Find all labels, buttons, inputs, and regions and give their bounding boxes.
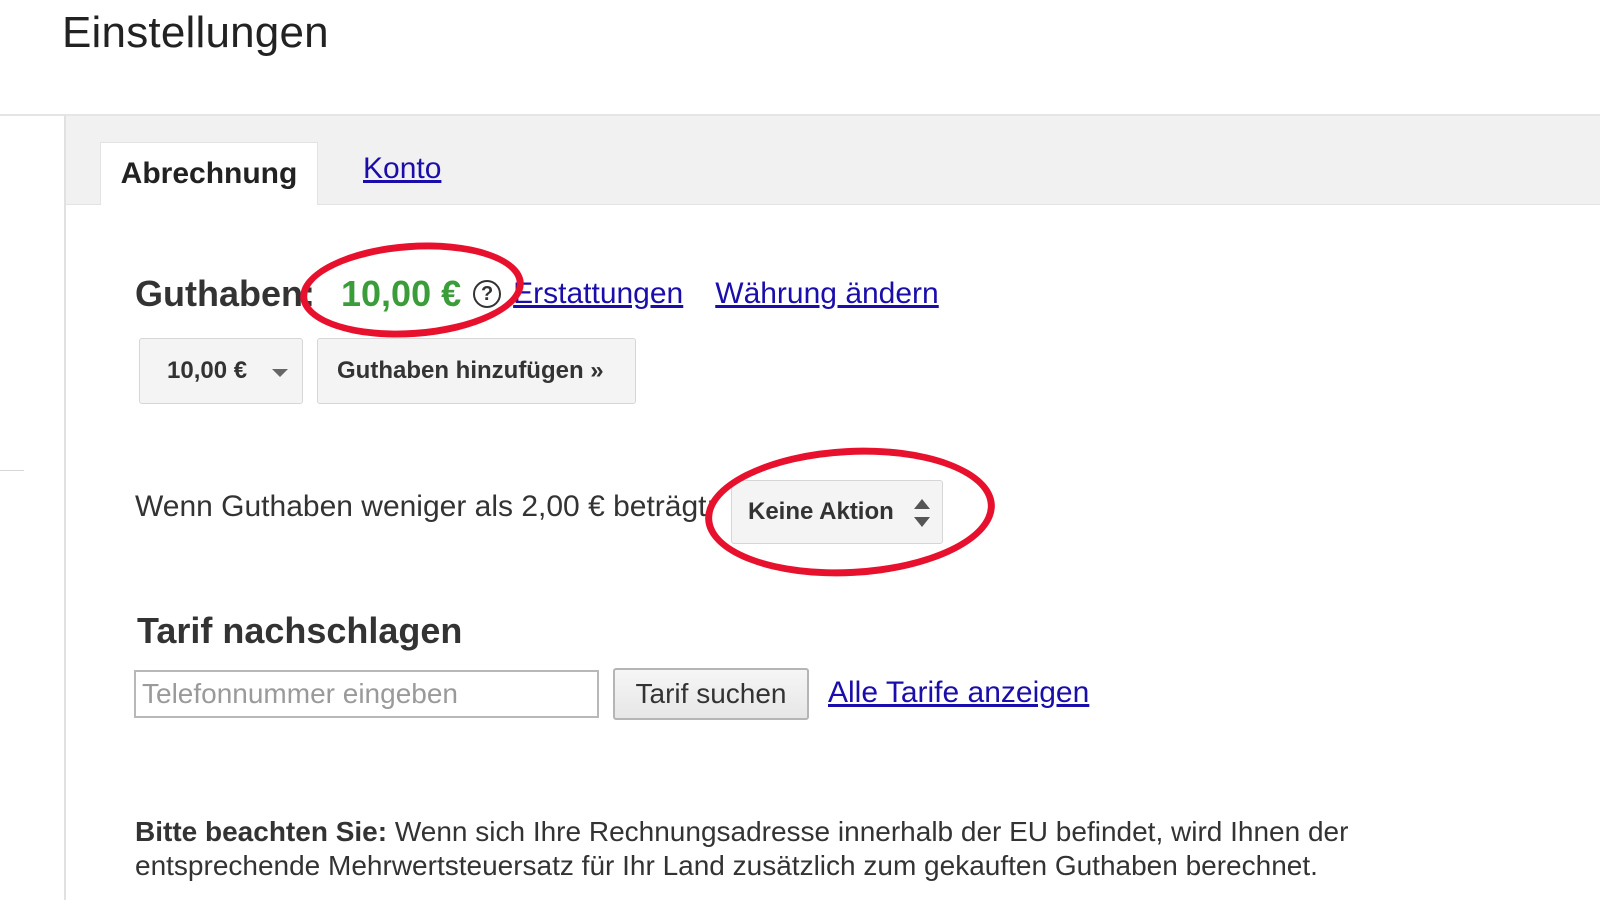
sidebar-divider <box>0 470 24 471</box>
search-rate-button[interactable]: Tarif suchen <box>613 668 809 720</box>
vat-notice-bold: Bitte beachten Sie: <box>135 816 388 847</box>
credit-amount-select[interactable]: 10,00 € <box>139 338 303 404</box>
credit-amount-value: 10,00 € <box>167 357 248 384</box>
chevron-down-icon <box>272 369 288 377</box>
question-circle-icon[interactable]: ? <box>473 280 502 308</box>
phone-number-input[interactable] <box>134 670 599 718</box>
balance-value: 10,00 € <box>341 273 462 314</box>
tab-abrechnung[interactable]: Abrechnung <box>100 142 318 205</box>
page-title: Einstellungen <box>62 8 329 57</box>
add-credit-button[interactable]: Guthaben hinzufügen » <box>317 338 636 404</box>
tab-bar: Abrechnung Konto <box>66 116 1600 205</box>
all-rates-link[interactable]: Alle Tarife anzeigen <box>828 676 1089 710</box>
balance-colon: : <box>303 273 315 314</box>
content-left-border <box>64 115 66 900</box>
rate-lookup-heading: Tarif nachschlagen <box>137 610 463 651</box>
low-balance-action-select[interactable]: Keine Aktion <box>731 480 943 544</box>
change-currency-link[interactable]: Währung ändern <box>715 277 938 311</box>
low-balance-action-value: Keine Aktion <box>748 498 894 525</box>
balance-label: Guthaben <box>135 273 303 314</box>
updown-arrows-icon <box>914 499 930 527</box>
low-balance-text: Wenn Guthaben weniger als 2,00 € beträgt… <box>135 490 715 523</box>
vat-notice: Bitte beachten Sie: Wenn sich Ihre Rechn… <box>135 815 1455 883</box>
balance-row: Guthaben : 10,00 € ? Erstattungen Währun… <box>135 270 939 318</box>
refunds-link[interactable]: Erstattungen <box>513 277 683 311</box>
tab-konto[interactable]: Konto <box>363 152 441 186</box>
